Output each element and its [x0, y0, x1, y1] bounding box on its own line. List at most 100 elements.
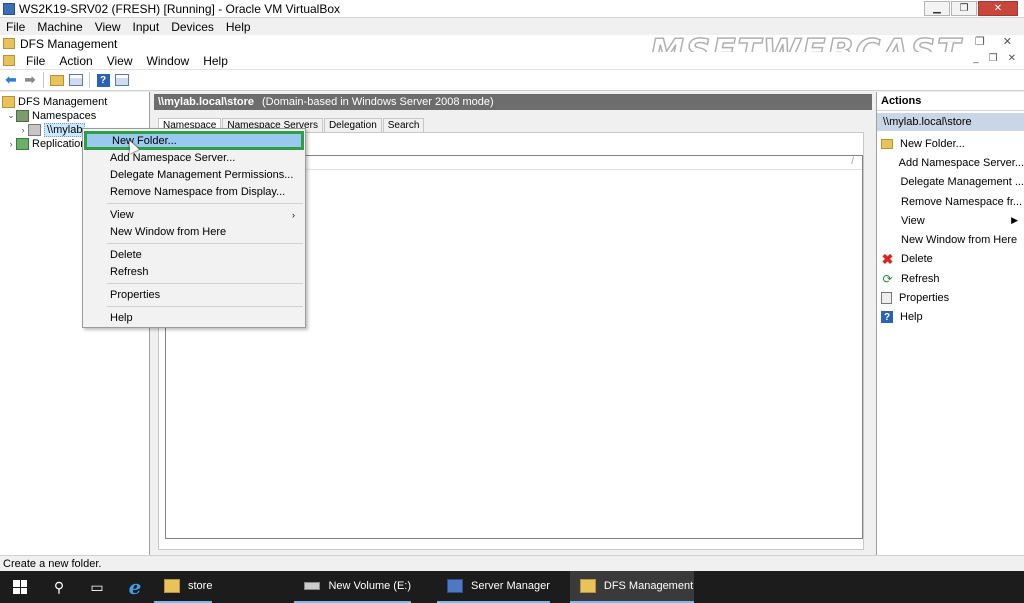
menu-separator — [107, 306, 303, 307]
namespace-path: \\mylab.local\store — [158, 96, 254, 108]
vbox-menu-help[interactable]: Help — [220, 20, 257, 34]
refresh-icon: ⟳ — [882, 271, 893, 286]
status-bar: Create a new folder. — [0, 555, 1024, 571]
tree-label: Replication — [32, 137, 87, 150]
blank-icon — [881, 156, 892, 169]
ctx-properties[interactable]: Properties — [85, 286, 303, 303]
mmc-restore-icon[interactable]: ❐ — [975, 35, 985, 48]
action-label: Refresh — [901, 272, 940, 285]
action-remove-namespace[interactable]: Remove Namespace fr... — [877, 192, 1024, 211]
mmc-menu-action[interactable]: Action — [52, 54, 99, 68]
taskbar-app-server-manager[interactable]: Server Manager — [437, 571, 550, 603]
properties-icon — [881, 292, 892, 305]
action-label: Delete — [901, 253, 933, 266]
toolbar-separator — [89, 72, 90, 88]
show-hide-action-pane-icon[interactable] — [114, 72, 130, 88]
show-hide-tree-icon[interactable] — [68, 72, 84, 88]
mdi-close-icon[interactable]: ✕ — [1008, 53, 1016, 64]
mdi-minimize-icon[interactable]: _ — [973, 53, 979, 64]
action-help[interactable]: ? Help — [877, 308, 1024, 327]
mmc-minimize-icon[interactable]: — — [946, 35, 957, 48]
help-icon[interactable]: ? — [95, 72, 111, 88]
action-new-window[interactable]: New Window from Here — [877, 230, 1024, 249]
taskbar-app-dfs-management[interactable]: DFS Management — [569, 571, 694, 603]
tree-label: Namespaces — [32, 109, 97, 122]
ctx-view-label: View — [110, 208, 134, 221]
taskbar-app-label: DFS Management — [603, 580, 694, 592]
mmc-close-icon[interactable]: ✕ — [1003, 35, 1012, 48]
close-icon[interactable]: ✕ — [978, 1, 1018, 16]
ctx-refresh[interactable]: Refresh — [85, 263, 303, 280]
namespace-description: (Domain-based in Windows Server 2008 mod… — [261, 96, 494, 108]
vbox-menu-view[interactable]: View — [89, 20, 127, 34]
ctx-view[interactable]: View › — [85, 206, 303, 223]
ctx-help[interactable]: Help — [85, 309, 303, 326]
forward-arrow-icon[interactable]: ➡ — [22, 72, 38, 88]
action-label: Remove Namespace fr... — [901, 195, 1023, 208]
action-label: Add Namespace Server... — [898, 156, 1024, 169]
up-folder-icon[interactable] — [49, 72, 65, 88]
mdi-controls: _ ❐ ✕ — [973, 53, 1016, 64]
submenu-arrow-icon: ▶ — [1011, 215, 1018, 226]
back-arrow-icon[interactable]: ⬅ — [3, 72, 19, 88]
taskbar: ⚲ ▭ e store New Volume (E:) Server Manag… — [0, 571, 1024, 603]
actions-title: Actions — [877, 92, 1024, 111]
collapsed-chevron-icon[interactable]: › — [18, 125, 28, 135]
actions-subheader[interactable]: \\mylab.local\store — [877, 113, 1024, 131]
search-icon[interactable]: ⚲ — [40, 571, 78, 603]
ctx-delegate-permissions[interactable]: Delegate Management Permissions... — [85, 166, 303, 183]
action-label: Properties — [899, 292, 950, 305]
context-menu: New Folder... Add Namespace Server... De… — [82, 128, 306, 328]
mmc-menu-window[interactable]: Window — [140, 54, 197, 68]
vbox-menu-input[interactable]: Input — [127, 20, 166, 34]
action-delete[interactable]: ✖ Delete — [877, 250, 1024, 269]
mmc-menu-file[interactable]: File — [19, 54, 52, 68]
ctx-delete[interactable]: Delete — [85, 246, 303, 263]
namespace-icon — [28, 123, 41, 136]
tree-item-namespaces[interactable]: ⌄ Namespaces — [6, 108, 96, 123]
minimize-icon[interactable]: ▁ — [924, 1, 950, 16]
taskbar-app-store[interactable]: store — [154, 571, 213, 603]
action-delegate-management[interactable]: Delegate Management ... — [877, 173, 1024, 192]
virtualbox-icon — [3, 2, 15, 15]
ctx-add-namespace-server[interactable]: Add Namespace Server... — [85, 149, 303, 166]
tree-item-replication[interactable]: › Replication — [6, 136, 86, 151]
mdi-restore-icon[interactable]: ❐ — [989, 53, 998, 64]
action-add-namespace-server[interactable]: Add Namespace Server... — [877, 153, 1024, 172]
tab-delegation[interactable]: Delegation — [323, 118, 382, 132]
collapsed-chevron-icon[interactable]: › — [6, 139, 16, 149]
vbox-menu-machine[interactable]: Machine — [31, 20, 88, 34]
tab-search[interactable]: Search — [382, 118, 425, 132]
server-manager-icon — [447, 579, 463, 593]
mmc-menu-view[interactable]: View — [100, 54, 140, 68]
action-properties[interactable]: Properties — [877, 288, 1024, 307]
ctx-new-window[interactable]: New Window from Here — [85, 223, 303, 240]
vbox-menu-file[interactable]: File — [0, 20, 31, 34]
mmc-menu-help[interactable]: Help — [196, 54, 235, 68]
actions-pane: Actions \\mylab.local\store New Folder..… — [876, 92, 1024, 555]
vbox-menu-devices[interactable]: Devices — [165, 20, 220, 34]
internet-explorer-icon[interactable]: e — [116, 571, 154, 603]
new-folder-icon — [881, 138, 893, 149]
ctx-remove-namespace[interactable]: Remove Namespace from Display... — [85, 183, 303, 200]
mmc-window-controls: — ❐ ✕ — [946, 35, 1012, 48]
blank-icon — [881, 214, 894, 227]
tree-item-dfs-management[interactable]: DFS Management — [2, 94, 107, 109]
action-view[interactable]: View ▶ — [877, 211, 1024, 230]
task-view-icon[interactable]: ▭ — [78, 571, 116, 603]
taskbar-app-label: New Volume (E:) — [328, 580, 411, 592]
results-header: \\mylab.local\store (Domain-based in Win… — [154, 94, 872, 110]
restore-icon[interactable]: ❐ — [951, 1, 977, 16]
action-refresh[interactable]: ⟳ Refresh — [877, 269, 1024, 288]
taskbar-app-new-volume[interactable]: New Volume (E:) — [294, 571, 411, 603]
expanded-chevron-icon[interactable]: ⌄ — [6, 110, 16, 121]
ctx-new-folder[interactable]: New Folder... — [85, 132, 303, 149]
action-new-folder[interactable]: New Folder... — [877, 134, 1024, 153]
help-icon: ? — [881, 311, 893, 324]
console-icon — [3, 55, 15, 66]
taskbar-app-label: Server Manager — [471, 580, 550, 592]
mmc-title-bar: DFS Management — ❐ ✕ — [0, 35, 1024, 52]
tree-item-store-namespace[interactable]: › \\mylab — [18, 122, 86, 137]
start-button[interactable] — [0, 571, 40, 603]
toolbar: ⬅ ➡ ? — [0, 69, 1024, 91]
